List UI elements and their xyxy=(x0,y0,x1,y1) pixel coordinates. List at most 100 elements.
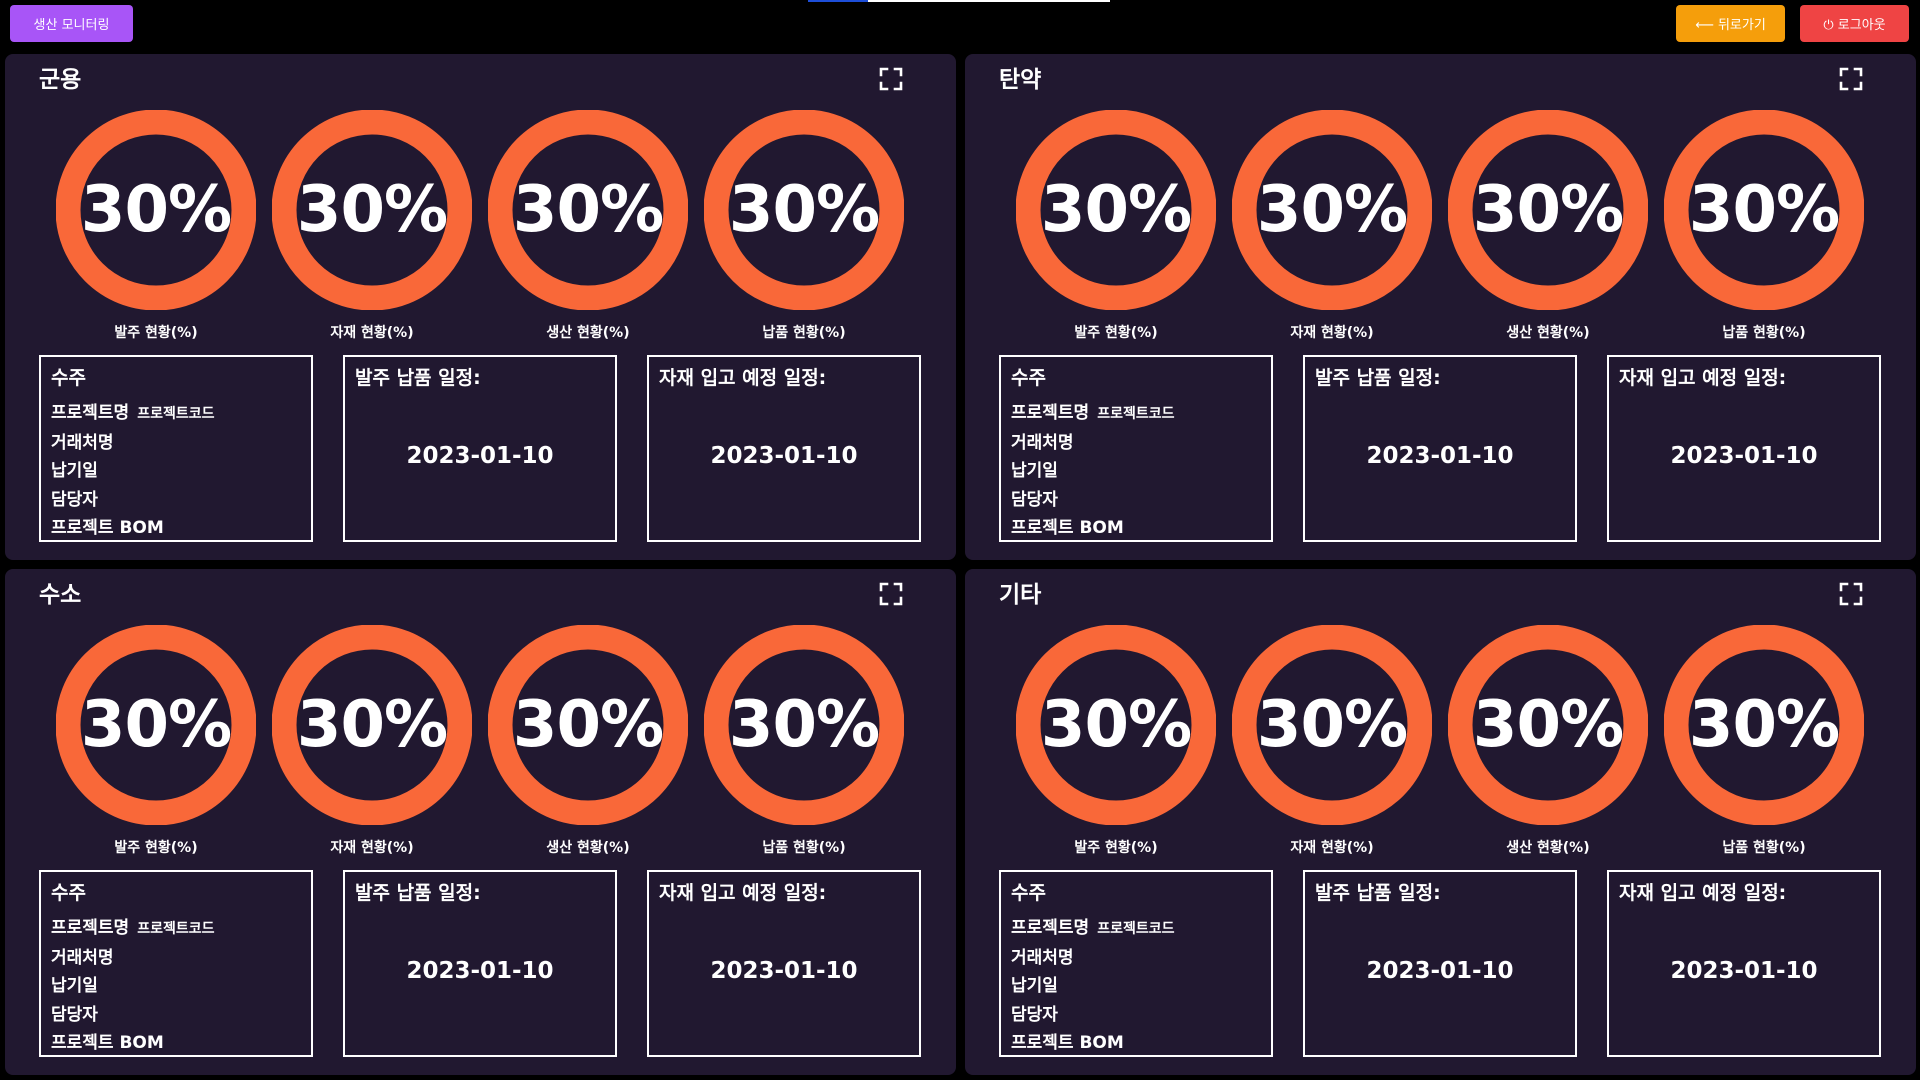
gauge-value: 30% xyxy=(1688,173,1840,247)
project-name-row: 프로젝트명 프로젝트코드 xyxy=(1011,399,1174,429)
gauge-value: 30% xyxy=(728,688,880,762)
fullscreen-icon[interactable] xyxy=(1838,66,1864,92)
back-button-label: ⟵ 뒤로가기 xyxy=(1695,18,1766,33)
gauge-value: 30% xyxy=(296,173,448,247)
order-info-box: 수주 프로젝트명 프로젝트코드 거래처명 납기일 담당자 프로젝트 BOM xyxy=(999,355,1273,542)
project-bom-link[interactable]: 프로젝트 BOM xyxy=(1011,1029,1174,1058)
client-name: 거래처명 xyxy=(1011,947,1074,968)
progress-gauge: 30% xyxy=(1016,625,1216,825)
project-code: 프로젝트코드 xyxy=(137,921,215,937)
gauge-value: 30% xyxy=(296,688,448,762)
project-bom-link[interactable]: 프로젝트 BOM xyxy=(51,1029,214,1058)
gauge-label: 발주 현황(%) xyxy=(114,325,198,341)
progress-gauge: 30% xyxy=(488,110,688,310)
gauge-value: 30% xyxy=(512,173,664,247)
gauge-label: 발주 현황(%) xyxy=(1074,840,1158,856)
delivery-schedule-title: 발주 납품 일정: xyxy=(355,367,481,389)
progress-gauge: 30% xyxy=(488,625,688,825)
gauge-label: 자재 현황(%) xyxy=(1290,840,1374,856)
material-schedule-title: 자재 입고 예정 일정: xyxy=(1619,367,1787,389)
gauge-value: 30% xyxy=(1472,688,1624,762)
project-name-row: 프로젝트명 프로젝트코드 xyxy=(1011,914,1174,944)
delivery-schedule-box: 발주 납품 일정: 2023-01-10 xyxy=(1303,355,1577,542)
fullscreen-icon[interactable] xyxy=(1838,581,1864,607)
client-name: 거래처명 xyxy=(1011,432,1074,453)
project-name: 프로젝트명 xyxy=(1011,403,1090,423)
back-button[interactable]: ⟵ 뒤로가기 xyxy=(1676,5,1785,42)
due-date-label: 납기일 xyxy=(51,461,98,481)
gauge-label: 생산 현황(%) xyxy=(1506,840,1590,856)
material-schedule-box: 자재 입고 예정 일정: 2023-01-10 xyxy=(647,355,921,542)
project-code: 프로젝트코드 xyxy=(1097,921,1175,937)
progress-gauge: 30% xyxy=(1664,110,1864,310)
order-info-list: 프로젝트명 프로젝트코드 거래처명 납기일 담당자 프로젝트 BOM xyxy=(1011,914,1174,1058)
gauge-label: 납품 현황(%) xyxy=(1722,840,1806,856)
progress-gauge: 30% xyxy=(1664,625,1864,825)
gauge-label: 발주 현황(%) xyxy=(114,840,198,856)
logout-button-label: ⏻ 로그아웃 xyxy=(1823,18,1886,33)
project-bom-link[interactable]: 프로젝트 BOM xyxy=(51,514,214,543)
manager-label: 담당자 xyxy=(1011,1004,1058,1025)
fullscreen-icon[interactable] xyxy=(878,581,904,607)
progress-gauge: 30% xyxy=(704,625,904,825)
gauge-label: 납품 현황(%) xyxy=(762,840,846,856)
project-code: 프로젝트코드 xyxy=(137,406,215,422)
order-info-title: 수주 xyxy=(1011,882,1046,904)
gauge-label: 자재 현황(%) xyxy=(330,840,414,856)
tab-indicator xyxy=(808,0,1110,2)
material-schedule-date: 2023-01-10 xyxy=(1670,443,1818,469)
production-monitoring-label: 생산 모니터링 xyxy=(33,18,110,33)
order-info-box: 수주 프로젝트명 프로젝트코드 거래처명 납기일 담당자 프로젝트 BOM xyxy=(39,355,313,542)
panel-military: 군용 30% 발주 현황(%) 30% 자재 현황(%) 30% 생산 현황(%… xyxy=(5,54,956,560)
gauge-value: 30% xyxy=(728,173,880,247)
gauge-value: 30% xyxy=(512,688,664,762)
material-schedule-date: 2023-01-10 xyxy=(710,443,858,469)
logout-button[interactable]: ⏻ 로그아웃 xyxy=(1800,5,1909,42)
panel-hydrogen: 수소 30% 발주 현황(%) 30% 자재 현황(%) 30% 생산 현황(%… xyxy=(5,569,956,1075)
delivery-schedule-box: 발주 납품 일정: 2023-01-10 xyxy=(343,870,617,1057)
delivery-schedule-date: 2023-01-10 xyxy=(406,443,554,469)
panel-title: 수소 xyxy=(39,582,82,608)
panel-ammunition: 탄약 30% 발주 현황(%) 30% 자재 현황(%) 30% 생산 현황(%… xyxy=(965,54,1916,560)
progress-gauge: 30% xyxy=(56,625,256,825)
top-bar: 생산 모니터링 ⟵ 뒤로가기 ⏻ 로그아웃 xyxy=(0,0,1920,52)
panel-title: 군용 xyxy=(39,67,82,93)
gauge-label: 생산 현황(%) xyxy=(546,325,630,341)
project-name: 프로젝트명 xyxy=(51,403,130,423)
project-bom-link[interactable]: 프로젝트 BOM xyxy=(1011,514,1174,543)
panel-title: 탄약 xyxy=(999,67,1042,93)
delivery-schedule-date: 2023-01-10 xyxy=(1366,443,1514,469)
production-monitoring-button[interactable]: 생산 모니터링 xyxy=(10,5,133,42)
delivery-schedule-box: 발주 납품 일정: 2023-01-10 xyxy=(1303,870,1577,1057)
panel-etc: 기타 30% 발주 현황(%) 30% 자재 현황(%) 30% 생산 현황(%… xyxy=(965,569,1916,1075)
manager-label: 담당자 xyxy=(51,1004,98,1025)
project-name-row: 프로젝트명 프로젝트코드 xyxy=(51,399,214,429)
material-schedule-date: 2023-01-10 xyxy=(710,958,858,984)
gauge-value: 30% xyxy=(1256,173,1408,247)
client-name: 거래처명 xyxy=(51,432,114,453)
delivery-schedule-date: 2023-01-10 xyxy=(1366,958,1514,984)
fullscreen-icon[interactable] xyxy=(878,66,904,92)
gauge-value: 30% xyxy=(1688,688,1840,762)
order-info-list: 프로젝트명 프로젝트코드 거래처명 납기일 담당자 프로젝트 BOM xyxy=(51,914,214,1058)
progress-gauge: 30% xyxy=(704,110,904,310)
gauge-value: 30% xyxy=(1040,173,1192,247)
delivery-schedule-title: 발주 납품 일정: xyxy=(1315,367,1441,389)
material-schedule-box: 자재 입고 예정 일정: 2023-01-10 xyxy=(1607,355,1881,542)
delivery-schedule-title: 발주 납품 일정: xyxy=(1315,882,1441,904)
gauge-label: 납품 현황(%) xyxy=(762,325,846,341)
gauge-label: 자재 현황(%) xyxy=(1290,325,1374,341)
progress-gauge: 30% xyxy=(56,110,256,310)
delivery-schedule-date: 2023-01-10 xyxy=(406,958,554,984)
material-schedule-title: 자재 입고 예정 일정: xyxy=(1619,882,1787,904)
panel-title: 기타 xyxy=(999,582,1042,608)
progress-gauge: 30% xyxy=(1232,625,1432,825)
due-date-label: 납기일 xyxy=(51,976,98,996)
gauge-label: 발주 현황(%) xyxy=(1074,325,1158,341)
delivery-schedule-box: 발주 납품 일정: 2023-01-10 xyxy=(343,355,617,542)
delivery-schedule-title: 발주 납품 일정: xyxy=(355,882,481,904)
client-name: 거래처명 xyxy=(51,947,114,968)
gauge-label: 납품 현황(%) xyxy=(1722,325,1806,341)
order-info-title: 수주 xyxy=(1011,367,1046,389)
manager-label: 담당자 xyxy=(1011,489,1058,510)
